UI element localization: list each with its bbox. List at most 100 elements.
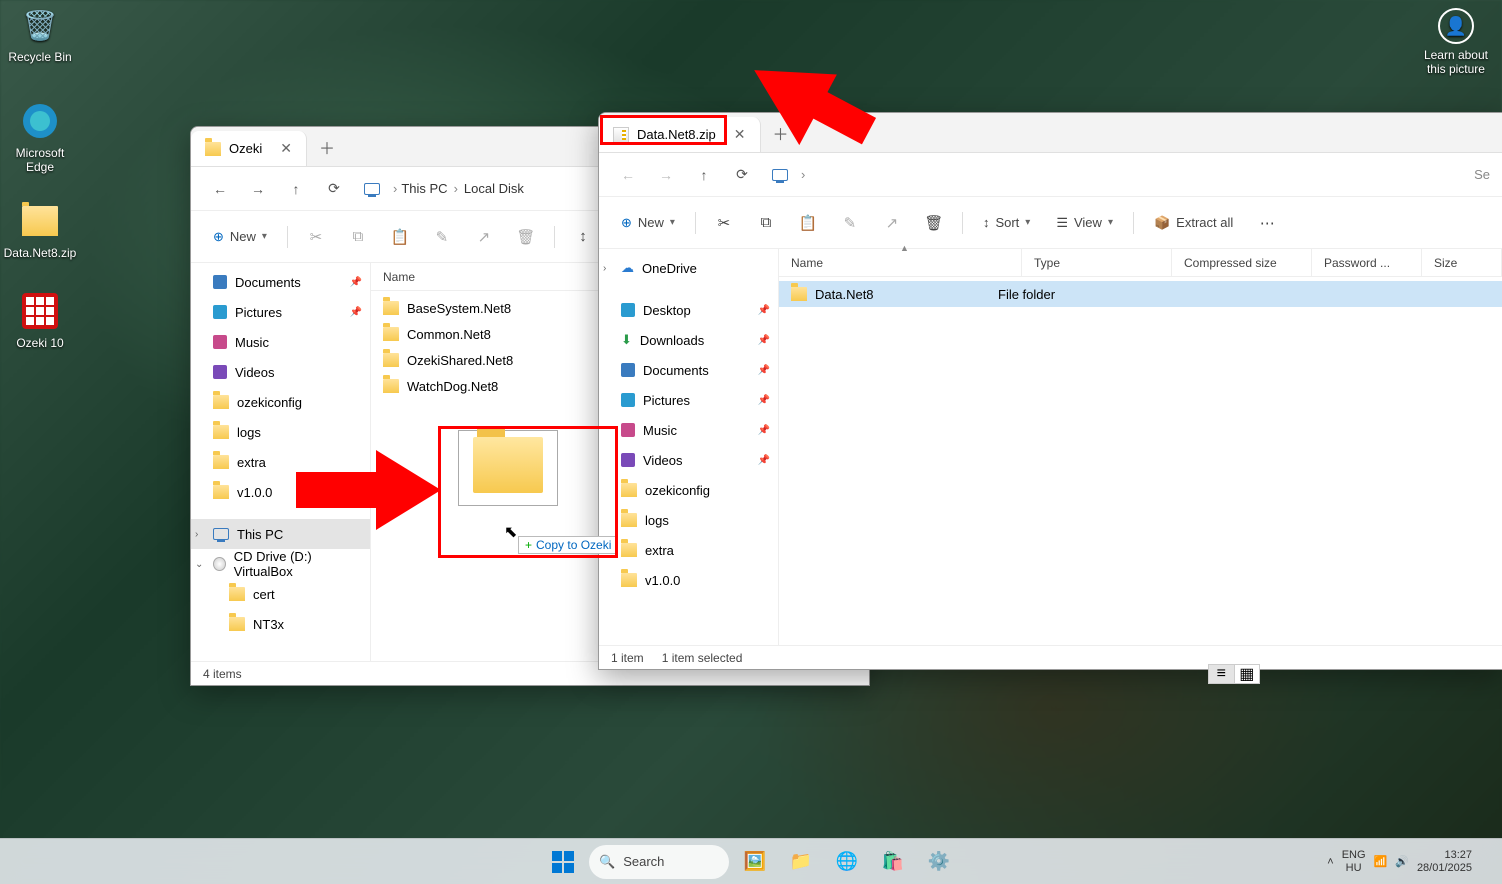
file-list[interactable]: Data.Net8File folder [779, 277, 1502, 645]
column-header[interactable]: Size [1422, 249, 1502, 276]
sidebar-item[interactable]: Pictures📌 [599, 385, 778, 415]
sidebar-item[interactable]: v1.0.0 [599, 565, 778, 595]
delete-button[interactable]: 🗑 [508, 219, 544, 255]
new-button[interactable]: ⊕New▾ [611, 205, 685, 241]
clock[interactable]: 13:27 28/01/2025 [1417, 849, 1472, 873]
back-button[interactable]: ← [611, 158, 645, 192]
copy-button[interactable]: ⧉ [748, 205, 784, 241]
copy-button[interactable]: ⧉ [340, 219, 376, 255]
sidebar-item[interactable]: Documents📌 [191, 267, 370, 297]
sidebar-item[interactable]: cert [191, 579, 370, 609]
sidebar-item[interactable]: Pictures📌 [191, 297, 370, 327]
sort-button[interactable]: ↕ Sort ▾ [973, 205, 1040, 241]
search-hint[interactable]: Se [1474, 167, 1490, 182]
learn-about-picture[interactable]: 👤 Learn aboutthis picture [1424, 8, 1488, 76]
language-indicator[interactable]: ENG HU [1342, 849, 1366, 873]
sidebar-item[interactable]: extra [599, 535, 778, 565]
refresh-button[interactable]: ⟳ [317, 172, 351, 206]
sidebar-item[interactable]: ⬇Downloads📌 [599, 325, 778, 355]
taskbar-store[interactable]: 🛍️ [873, 842, 913, 882]
rename-button[interactable]: ✎ [832, 205, 868, 241]
forward-button[interactable]: → [649, 158, 683, 192]
desktop-icon-edge[interactable]: MicrosoftEdge [0, 100, 80, 175]
system-tray[interactable]: ˄ ENG HU 📶 🔊 13:27 28/01/2025 [1327, 849, 1490, 873]
sidebar-item[interactable]: Documents📌 [599, 355, 778, 385]
up-button[interactable]: ↑ [687, 158, 721, 192]
sidebar-item[interactable]: NT3x [191, 609, 370, 639]
close-tab-icon[interactable]: ✕ [734, 126, 746, 143]
sort-button[interactable]: ↕ [565, 219, 601, 255]
details-view-icon[interactable]: ≡ [1209, 665, 1235, 683]
navigation-pane[interactable]: Documents📌Pictures📌MusicVideosozekiconfi… [191, 263, 371, 661]
extract-all-button[interactable]: 📦 Extract all [1144, 205, 1243, 241]
paste-button[interactable]: 📋 [382, 219, 418, 255]
sidebar-item[interactable]: ⌄CD Drive (D:) VirtualBox [191, 549, 370, 579]
refresh-button[interactable]: ⟳ [725, 158, 759, 192]
share-button[interactable]: ↗ [466, 219, 502, 255]
taskbar-search[interactable]: 🔍Search [589, 845, 729, 879]
breadcrumb-item[interactable]: This PC [401, 181, 447, 196]
view-toggle[interactable]: ≡ ▦ [1208, 664, 1260, 684]
titlebar[interactable]: Data.Net8.zip ✕ ＋ [599, 113, 1502, 153]
sidebar-item[interactable]: logs [599, 505, 778, 535]
sidebar-item[interactable]: ›☁OneDrive [599, 253, 778, 283]
volume-icon[interactable]: 🔊 [1395, 855, 1409, 868]
column-header[interactable]: Type [1022, 249, 1172, 276]
taskbar-app[interactable]: ⚙️ [919, 842, 959, 882]
sidebar-item[interactable]: Music📌 [599, 415, 778, 445]
sidebar-item[interactable]: logs [191, 417, 370, 447]
rename-button[interactable]: ✎ [424, 219, 460, 255]
start-button[interactable] [543, 842, 583, 882]
column-header[interactable]: Name▲ [779, 249, 1022, 276]
sidebar-item[interactable]: Videos [191, 357, 370, 387]
taskbar-edge[interactable]: 🌐 [827, 842, 867, 882]
share-button[interactable]: ↗ [874, 205, 910, 241]
breadcrumb-item[interactable]: Local Disk [464, 181, 524, 196]
sidebar-item[interactable]: Music [191, 327, 370, 357]
up-button[interactable]: ↑ [279, 172, 313, 206]
file-name: Common.Net8 [407, 327, 491, 342]
navigation-pane[interactable]: ›☁OneDrive Desktop📌⬇Downloads📌Documents📌P… [599, 249, 779, 645]
sidebar-item[interactable]: extra [191, 447, 370, 477]
new-tab-button[interactable]: ＋ [761, 113, 801, 152]
window-tab[interactable]: Data.Net8.zip ✕ [599, 117, 761, 152]
network-icon[interactable]: 📶 [1374, 855, 1388, 868]
column-header[interactable]: Compressed size [1172, 249, 1312, 276]
sidebar-item[interactable]: Desktop📌 [599, 295, 778, 325]
new-button[interactable]: ⊕New▾ [203, 219, 277, 255]
paste-button[interactable]: 📋 [790, 205, 826, 241]
thumbnails-view-icon[interactable]: ▦ [1235, 665, 1260, 683]
new-tab-button[interactable]: ＋ [307, 127, 347, 166]
list-item[interactable]: Data.Net8File folder [779, 281, 1502, 307]
tab-title: Data.Net8.zip [637, 127, 716, 142]
close-tab-icon[interactable]: ✕ [280, 140, 292, 157]
desktop-icon-ozeki10[interactable]: Ozeki 10 [0, 290, 80, 350]
taskbar-widget[interactable]: 🖼️ [735, 842, 775, 882]
file-view[interactable]: Name▲TypeCompressed sizePassword ...Size… [779, 249, 1502, 645]
more-button[interactable]: ⋯ [1249, 205, 1285, 241]
view-button[interactable]: ☰ View ▾ [1046, 205, 1123, 241]
back-button[interactable]: ← [203, 172, 237, 206]
pc-icon[interactable] [355, 172, 389, 206]
desktop-icon-zip[interactable]: Data.Net8.zip [0, 200, 80, 260]
tray-chevron-icon[interactable]: ˄ [1327, 856, 1333, 868]
column-headers[interactable]: Name▲TypeCompressed sizePassword ...Size [779, 249, 1502, 277]
breadcrumb[interactable]: This PC › Local Disk [401, 181, 524, 196]
sidebar-item[interactable]: Videos📌 [599, 445, 778, 475]
sidebar-item[interactable]: ozekiconfig [599, 475, 778, 505]
forward-button[interactable]: → [241, 172, 275, 206]
sidebar-item-label: logs [237, 425, 261, 440]
taskbar[interactable]: 🔍Search 🖼️ 📁 🌐 🛍️ ⚙️ ˄ ENG HU 📶 🔊 13:27 … [0, 838, 1502, 884]
desktop-icon-recycle-bin[interactable]: 🗑️ Recycle Bin [0, 4, 80, 64]
delete-button[interactable]: 🗑 [916, 205, 952, 241]
column-header[interactable]: Password ... [1312, 249, 1422, 276]
cut-button[interactable]: ✂ [298, 219, 334, 255]
window-tab[interactable]: Ozeki ✕ [191, 131, 307, 166]
sidebar-item[interactable]: ›This PC [191, 519, 370, 549]
taskbar-explorer[interactable]: 📁 [781, 842, 821, 882]
cut-button[interactable]: ✂ [706, 205, 742, 241]
sidebar-item[interactable]: ozekiconfig [191, 387, 370, 417]
sidebar-item[interactable]: v1.0.0 [191, 477, 370, 507]
explorer-window-zip[interactable]: Data.Net8.zip ✕ ＋ ← → ↑ ⟳ › Se ⊕New▾ ✂ ⧉… [598, 112, 1502, 670]
pc-icon[interactable] [763, 158, 797, 192]
